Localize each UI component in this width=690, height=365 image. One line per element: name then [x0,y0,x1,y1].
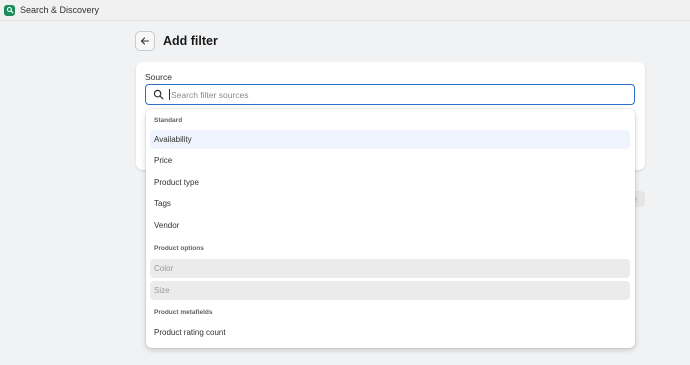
option-color: Color [150,259,630,278]
option-tags[interactable]: Tags [150,194,630,213]
source-label: Source [145,72,172,82]
search-discovery-app-icon [4,4,15,16]
option-size: Size [150,281,630,300]
option-price[interactable]: Price [150,151,630,170]
app-title: Search & Discovery [20,5,100,15]
text-caret [169,89,170,100]
option-label: Product type [154,178,199,187]
back-button[interactable] [135,31,155,51]
app-header: Search & Discovery [0,0,690,20]
option-label: Availability [154,135,192,144]
page-title: Add filter [163,34,218,48]
option-vendor[interactable]: Vendor [150,216,630,235]
group-heading-standard: Standard [154,117,183,124]
option-product-type[interactable]: Product type [150,173,630,192]
option-label: Vendor [154,221,180,230]
search-icon [153,89,164,100]
search-field[interactable] [145,84,635,105]
option-label: Product rating count [154,328,226,337]
option-label: Tags [154,199,171,208]
option-label: Color [154,264,174,273]
option-availability[interactable]: Availability [150,130,630,149]
option-label: Price [154,156,173,165]
search-input[interactable] [171,89,611,100]
option-product-rating-count[interactable]: Product rating count [150,323,630,342]
filter-source-dropdown: Standard Availability Price Product type… [146,109,635,348]
group-heading-product-metafields: Product metafields [154,309,213,316]
option-label: Size [154,286,170,295]
arrow-left-icon [140,36,150,46]
group-heading-product-options: Product options [154,245,204,252]
